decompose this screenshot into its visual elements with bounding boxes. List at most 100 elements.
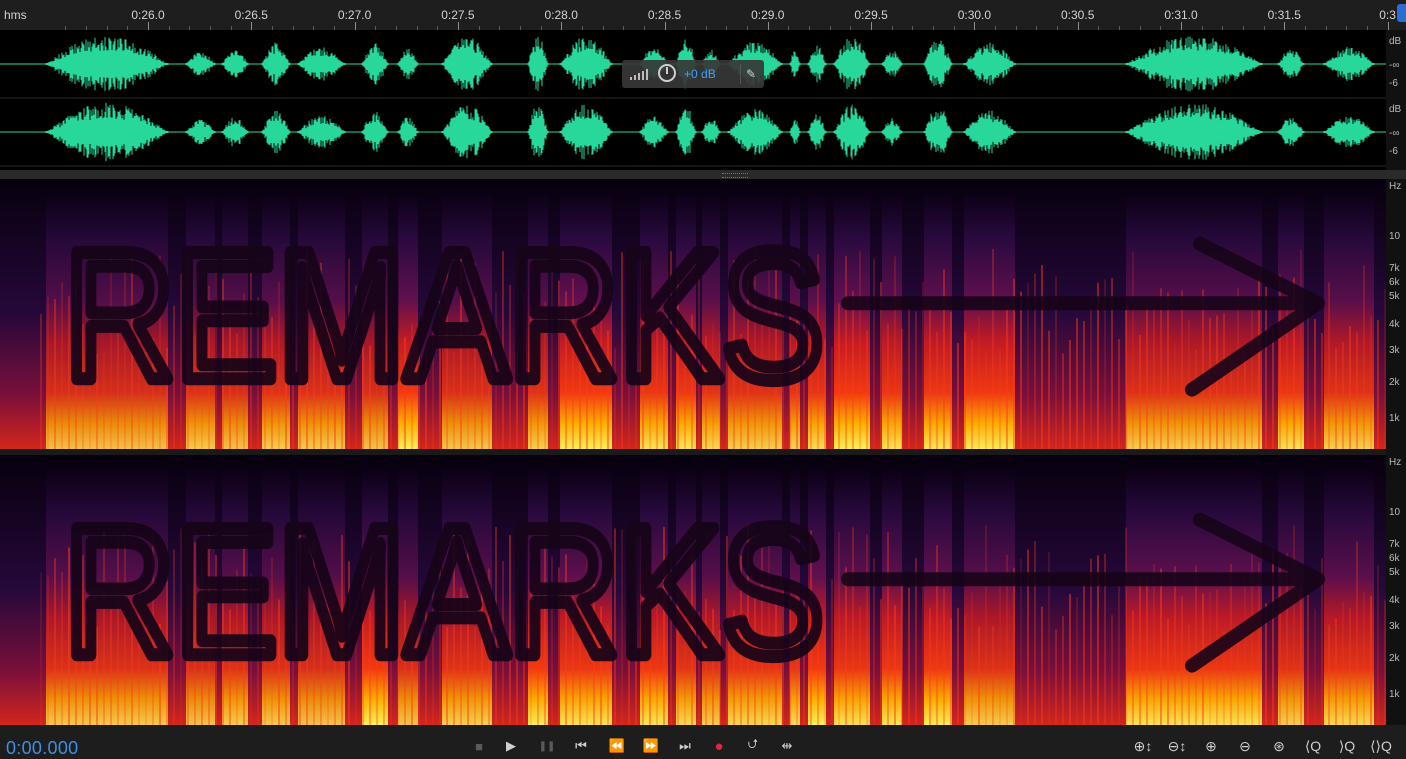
frequency-scale-label: 10	[1389, 231, 1401, 242]
spectral-streak	[852, 291, 854, 449]
ruler-tick-label: 0:26.5	[234, 8, 268, 22]
hud-gain-control[interactable]: +0 dB ✎	[622, 60, 764, 88]
spectral-streak	[845, 255, 847, 449]
frequency-scale-label: 1k	[1389, 413, 1400, 424]
ruler-tick	[1077, 22, 1079, 30]
spectral-streak	[971, 339, 973, 449]
spectral-streak	[1167, 618, 1169, 725]
zoom-in-right-button[interactable]: ⟩Q	[1334, 735, 1360, 757]
splitter-grip-icon[interactable]	[722, 173, 748, 178]
gain-value[interactable]: +0 dB	[684, 67, 716, 81]
spectral-streak	[54, 558, 56, 725]
spectral-streak	[1335, 348, 1337, 449]
spectral-streak	[866, 330, 868, 449]
waveform-channel-2	[45, 102, 1375, 162]
hud-divider	[740, 64, 741, 84]
spectral-streak	[978, 316, 980, 449]
spectral-streak	[1034, 540, 1036, 725]
pause-button[interactable]: ❚❚	[536, 735, 558, 757]
fast-forward-button[interactable]: ⏩	[640, 735, 662, 757]
spectral-streak	[922, 579, 924, 725]
ch1-neg-label: -6	[1389, 78, 1398, 89]
spectral-streak	[1181, 290, 1183, 449]
spectral-streak	[1349, 326, 1351, 449]
go-to-start-button[interactable]: ⏮	[570, 735, 592, 757]
skip-selection-button[interactable]: ⇹	[776, 735, 798, 757]
spectral-streak	[824, 622, 826, 725]
frequency-scale-label: 1k	[1389, 689, 1400, 700]
spectral-streak	[47, 575, 49, 725]
current-time-display[interactable]: 0:00.000	[6, 738, 78, 759]
spectral-streak	[1328, 282, 1330, 449]
spectral-streak	[950, 312, 952, 449]
spectral-streak	[901, 329, 903, 449]
spectral-streak	[1223, 313, 1225, 449]
waveform-display[interactable]	[0, 30, 1386, 170]
pin-icon[interactable]: ✎	[742, 65, 760, 83]
spectral-streak	[1174, 342, 1176, 449]
ruler-tick-label: 0:28.5	[647, 8, 682, 22]
zoom-in-amplitude-button[interactable]: ⊕↕	[1130, 735, 1156, 757]
ruler-tick-label: 0:3	[1379, 8, 1396, 22]
spectral-streak	[1307, 595, 1309, 725]
spectral-streak	[1139, 577, 1141, 725]
spectral-streak	[1013, 567, 1015, 725]
ruler-tick	[1284, 22, 1286, 30]
rewind-button[interactable]: ⏪	[606, 735, 628, 757]
spectral-streak	[1006, 302, 1008, 449]
spectral-streak	[40, 314, 42, 449]
zoom-out-button[interactable]: ⊖	[1232, 735, 1258, 757]
spectral-streak	[1146, 576, 1148, 725]
spectral-streak	[1062, 616, 1064, 725]
ruler-tick	[251, 22, 253, 30]
ch2-neg-label: -6	[1389, 146, 1398, 157]
ruler-tick-label: 0:30.5	[1061, 8, 1095, 22]
spectral-streak	[40, 572, 42, 725]
go-to-end-button[interactable]: ⏭	[674, 735, 696, 757]
spectral-streak	[908, 587, 910, 725]
spectral-streak	[1342, 342, 1344, 449]
spectral-streak	[1195, 565, 1197, 725]
zoom-in-left-button[interactable]: ⟨Q	[1300, 735, 1326, 757]
record-button[interactable]: ●	[708, 735, 730, 757]
spectral-streak	[1174, 566, 1176, 725]
spectral-streak	[1300, 585, 1302, 725]
handwritten-remarks-text: REMARKS	[64, 489, 824, 694]
ruler-tick	[457, 22, 459, 30]
spectral-streak	[929, 607, 931, 725]
spectral-streak	[1272, 327, 1274, 449]
volume-knob-icon[interactable]	[658, 64, 676, 82]
spectral-streak	[1265, 286, 1267, 449]
frequency-scale-label: Hz	[1389, 181, 1402, 192]
ch2-inf-label: -∞	[1389, 128, 1400, 139]
spectral-streak	[887, 323, 889, 449]
ruler-tick	[561, 22, 563, 30]
spectral-streak	[1125, 306, 1127, 449]
play-button[interactable]: ▶	[500, 735, 522, 757]
frequency-scale-label: 2k	[1389, 377, 1400, 388]
zoom-out-amplitude-button[interactable]: ⊖↕	[1164, 735, 1190, 757]
spectral-streak	[992, 248, 994, 449]
stop-button[interactable]: ■	[468, 735, 490, 757]
frequency-scale-label: 5k	[1389, 567, 1400, 578]
zoom-in-button[interactable]: ⊕	[1198, 735, 1224, 757]
panel-menu-icon[interactable]	[1397, 4, 1406, 22]
ch1-db-label: dB	[1389, 36, 1402, 47]
spectral-burst	[882, 192, 902, 449]
loop-playback-button[interactable]: ⮍	[742, 735, 764, 757]
spectral-streak	[943, 588, 945, 725]
spectral-streak	[985, 351, 987, 449]
time-ruler[interactable]: hms 0:26.0 0:26.5 0:27.0 0:27.5 0:28.0 0:28.5…	[0, 0, 1406, 30]
spectral-streak	[859, 251, 861, 449]
spectral-streak	[47, 296, 49, 449]
spectral-frequency-display[interactable]: REMARKS REMARKS	[0, 179, 1386, 725]
frequency-scale-label: 7k	[1389, 263, 1400, 274]
spectral-streak	[1167, 292, 1169, 449]
frequency-scale-label: 2k	[1389, 653, 1400, 664]
zoom-reset-button[interactable]: ⊛	[1266, 735, 1292, 757]
view-splitter[interactable]	[0, 170, 1406, 179]
spectral-streak	[887, 532, 889, 725]
zoom-out-full-button[interactable]: ⟨⟩Q	[1368, 735, 1394, 757]
spectral-streak	[985, 524, 987, 725]
spectral-streak	[1188, 625, 1190, 725]
